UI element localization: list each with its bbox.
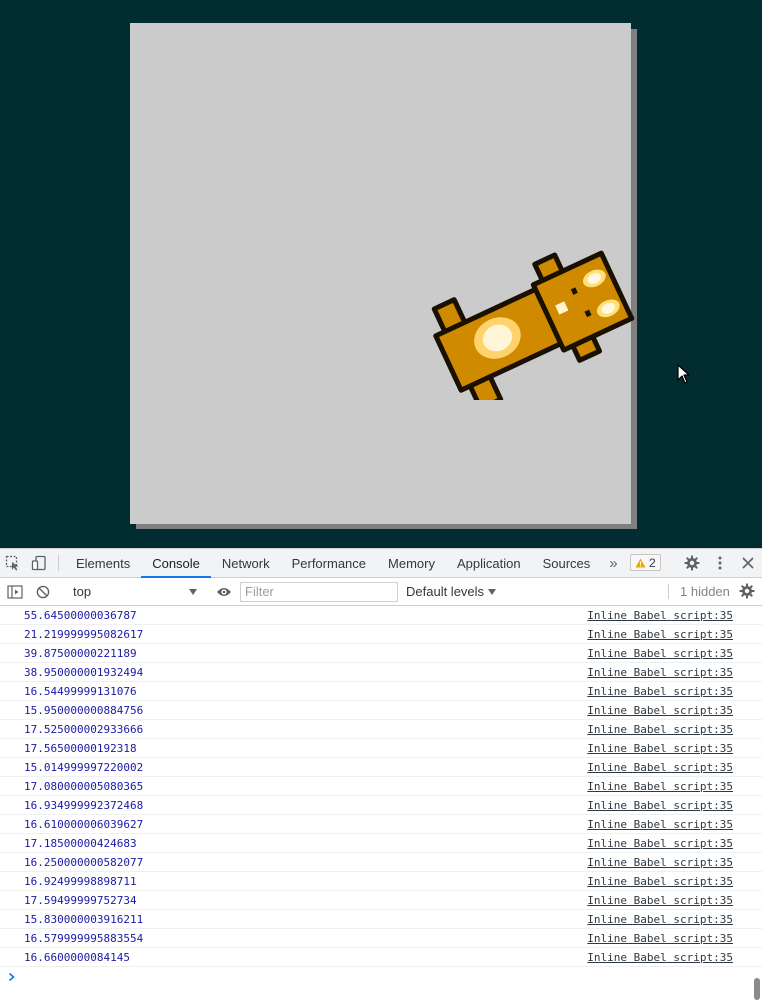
log-value: 17.525000002933666 <box>24 722 144 736</box>
log-value: 16.92499998898711 <box>24 874 137 888</box>
log-source-link[interactable]: Inline Babel script:35 <box>587 780 762 793</box>
log-source-link[interactable]: Inline Babel script:35 <box>587 704 762 717</box>
hidden-count: 1 hidden <box>680 584 730 599</box>
log-row: 16.92499998898711 Inline Babel script:35 <box>0 872 762 891</box>
game-viewport <box>0 0 762 548</box>
log-value: 15.950000000884756 <box>24 703 144 717</box>
log-row: 15.830000003916211 Inline Babel script:35 <box>0 910 762 929</box>
console-settings-icon[interactable] <box>736 580 758 602</box>
tab-console[interactable]: Console <box>141 549 211 578</box>
log-value: 16.610000006039627 <box>24 817 144 831</box>
toolbar-divider-3 <box>668 584 669 599</box>
console-scrollbar[interactable] <box>754 978 760 1000</box>
filter-input[interactable] <box>240 581 398 602</box>
log-row: 17.59499999752734 Inline Babel script:35 <box>0 891 762 910</box>
tab-application[interactable]: Application <box>446 549 532 577</box>
log-source-link[interactable]: Inline Babel script:35 <box>587 609 762 622</box>
log-source-link[interactable]: Inline Babel script:35 <box>587 913 762 926</box>
log-value: 17.080000005080365 <box>24 779 144 793</box>
player-sprite <box>431 250 635 400</box>
tab-memory[interactable]: Memory <box>377 549 446 577</box>
log-value: 39.87500000221189 <box>24 646 137 660</box>
inspect-element-icon[interactable] <box>0 549 26 577</box>
device-toolbar-icon[interactable] <box>26 549 52 577</box>
log-value: 16.579999995883554 <box>24 931 144 945</box>
log-source-link[interactable]: Inline Babel script:35 <box>587 685 762 698</box>
log-source-link[interactable]: Inline Babel script:35 <box>587 628 762 641</box>
log-levels-label: Default levels <box>406 584 485 599</box>
log-row: 17.18500000424683 Inline Babel script:35 <box>0 834 762 853</box>
log-source-link[interactable]: Inline Babel script:35 <box>587 951 762 964</box>
settings-gear-icon[interactable] <box>678 549 706 577</box>
log-row: 38.950000001932494 Inline Babel script:35 <box>0 663 762 682</box>
log-value: 17.56500000192318 <box>24 741 137 755</box>
log-row: 16.934999992372468 Inline Babel script:35 <box>0 796 762 815</box>
log-value: 15.014999997220002 <box>24 760 144 774</box>
clear-console-icon[interactable] <box>30 585 56 599</box>
tab-performance[interactable]: Performance <box>281 549 377 577</box>
log-row: 16.6600000084145 Inline Babel script:35 <box>0 948 762 967</box>
log-source-link[interactable]: Inline Babel script:35 <box>587 723 762 736</box>
log-row: 15.014999997220002 Inline Babel script:35 <box>0 758 762 777</box>
sidebar-toggle-icon[interactable] <box>0 584 30 599</box>
dropdown-arrow-icon <box>189 588 197 595</box>
console-toolbar: top Default levels 1 hidden <box>0 578 762 606</box>
console-output[interactable]: 55.64500000036787 Inline Babel script:35 … <box>0 606 762 1003</box>
tab-sources[interactable]: Sources <box>532 549 602 577</box>
eye-icon[interactable] <box>212 586 236 598</box>
log-value: 16.250000000582077 <box>24 855 144 869</box>
more-vertical-icon[interactable] <box>706 549 734 577</box>
tab-overflow-button[interactable]: » <box>601 549 625 577</box>
log-value: 16.54499999131076 <box>24 684 137 698</box>
devtools-panel: Elements Console Network Performance Mem… <box>0 548 762 1002</box>
log-source-link[interactable]: Inline Babel script:35 <box>587 799 762 812</box>
log-row: 17.080000005080365 Inline Babel script:35 <box>0 777 762 796</box>
log-row: 39.87500000221189 Inline Babel script:35 <box>0 644 762 663</box>
log-value: 17.18500000424683 <box>24 836 137 850</box>
console-prompt[interactable] <box>0 967 762 987</box>
tab-elements[interactable]: Elements <box>65 549 141 577</box>
console-prompt-icon <box>8 972 15 982</box>
context-selector[interactable]: top <box>67 581 203 603</box>
log-value: 55.64500000036787 <box>24 608 137 622</box>
log-value: 16.934999992372468 <box>24 798 144 812</box>
log-source-link[interactable]: Inline Babel script:35 <box>587 894 762 907</box>
log-value: 15.830000003916211 <box>24 912 144 926</box>
log-row: 16.579999995883554 Inline Babel script:35 <box>0 929 762 948</box>
log-row: 16.250000000582077 Inline Babel script:35 <box>0 853 762 872</box>
log-row: 16.54499999131076 Inline Babel script:35 <box>0 682 762 701</box>
log-source-link[interactable]: Inline Babel script:35 <box>587 856 762 869</box>
levels-arrow-icon <box>488 588 497 595</box>
warning-icon <box>635 558 646 567</box>
log-row: 17.525000002933666 Inline Babel script:35 <box>0 720 762 739</box>
mouse-cursor-icon <box>677 364 690 384</box>
log-source-link[interactable]: Inline Babel script:35 <box>587 666 762 679</box>
log-row: 55.64500000036787 Inline Babel script:35 <box>0 606 762 625</box>
log-value: 21.219999995082617 <box>24 627 144 641</box>
context-value: top <box>73 584 92 599</box>
log-value: 38.950000001932494 <box>24 665 144 679</box>
log-row: 21.219999995082617 Inline Babel script:35 <box>0 625 762 644</box>
log-source-link[interactable]: Inline Babel script:35 <box>587 875 762 888</box>
log-source-link[interactable]: Inline Babel script:35 <box>587 818 762 831</box>
log-row: 16.610000006039627 Inline Babel script:35 <box>0 815 762 834</box>
tabbar-actions <box>665 549 762 577</box>
warnings-badge[interactable]: 2 <box>630 554 661 571</box>
log-source-link[interactable]: Inline Babel script:35 <box>587 932 762 945</box>
log-value: 17.59499999752734 <box>24 893 137 907</box>
log-source-link[interactable]: Inline Babel script:35 <box>587 761 762 774</box>
log-levels-dropdown[interactable]: Default levels <box>406 584 497 599</box>
log-value: 16.6600000084145 <box>24 950 130 964</box>
tabbar-divider <box>58 555 59 571</box>
log-source-link[interactable]: Inline Babel script:35 <box>587 837 762 850</box>
devtools-tabbar: Elements Console Network Performance Mem… <box>0 549 762 578</box>
tab-network[interactable]: Network <box>211 549 281 577</box>
log-source-link[interactable]: Inline Babel script:35 <box>587 742 762 755</box>
log-source-link[interactable]: Inline Babel script:35 <box>587 647 762 660</box>
log-row: 17.56500000192318 Inline Babel script:35 <box>0 739 762 758</box>
close-icon[interactable] <box>734 549 762 577</box>
warning-count: 2 <box>649 555 656 570</box>
log-row: 15.950000000884756 Inline Babel script:35 <box>0 701 762 720</box>
